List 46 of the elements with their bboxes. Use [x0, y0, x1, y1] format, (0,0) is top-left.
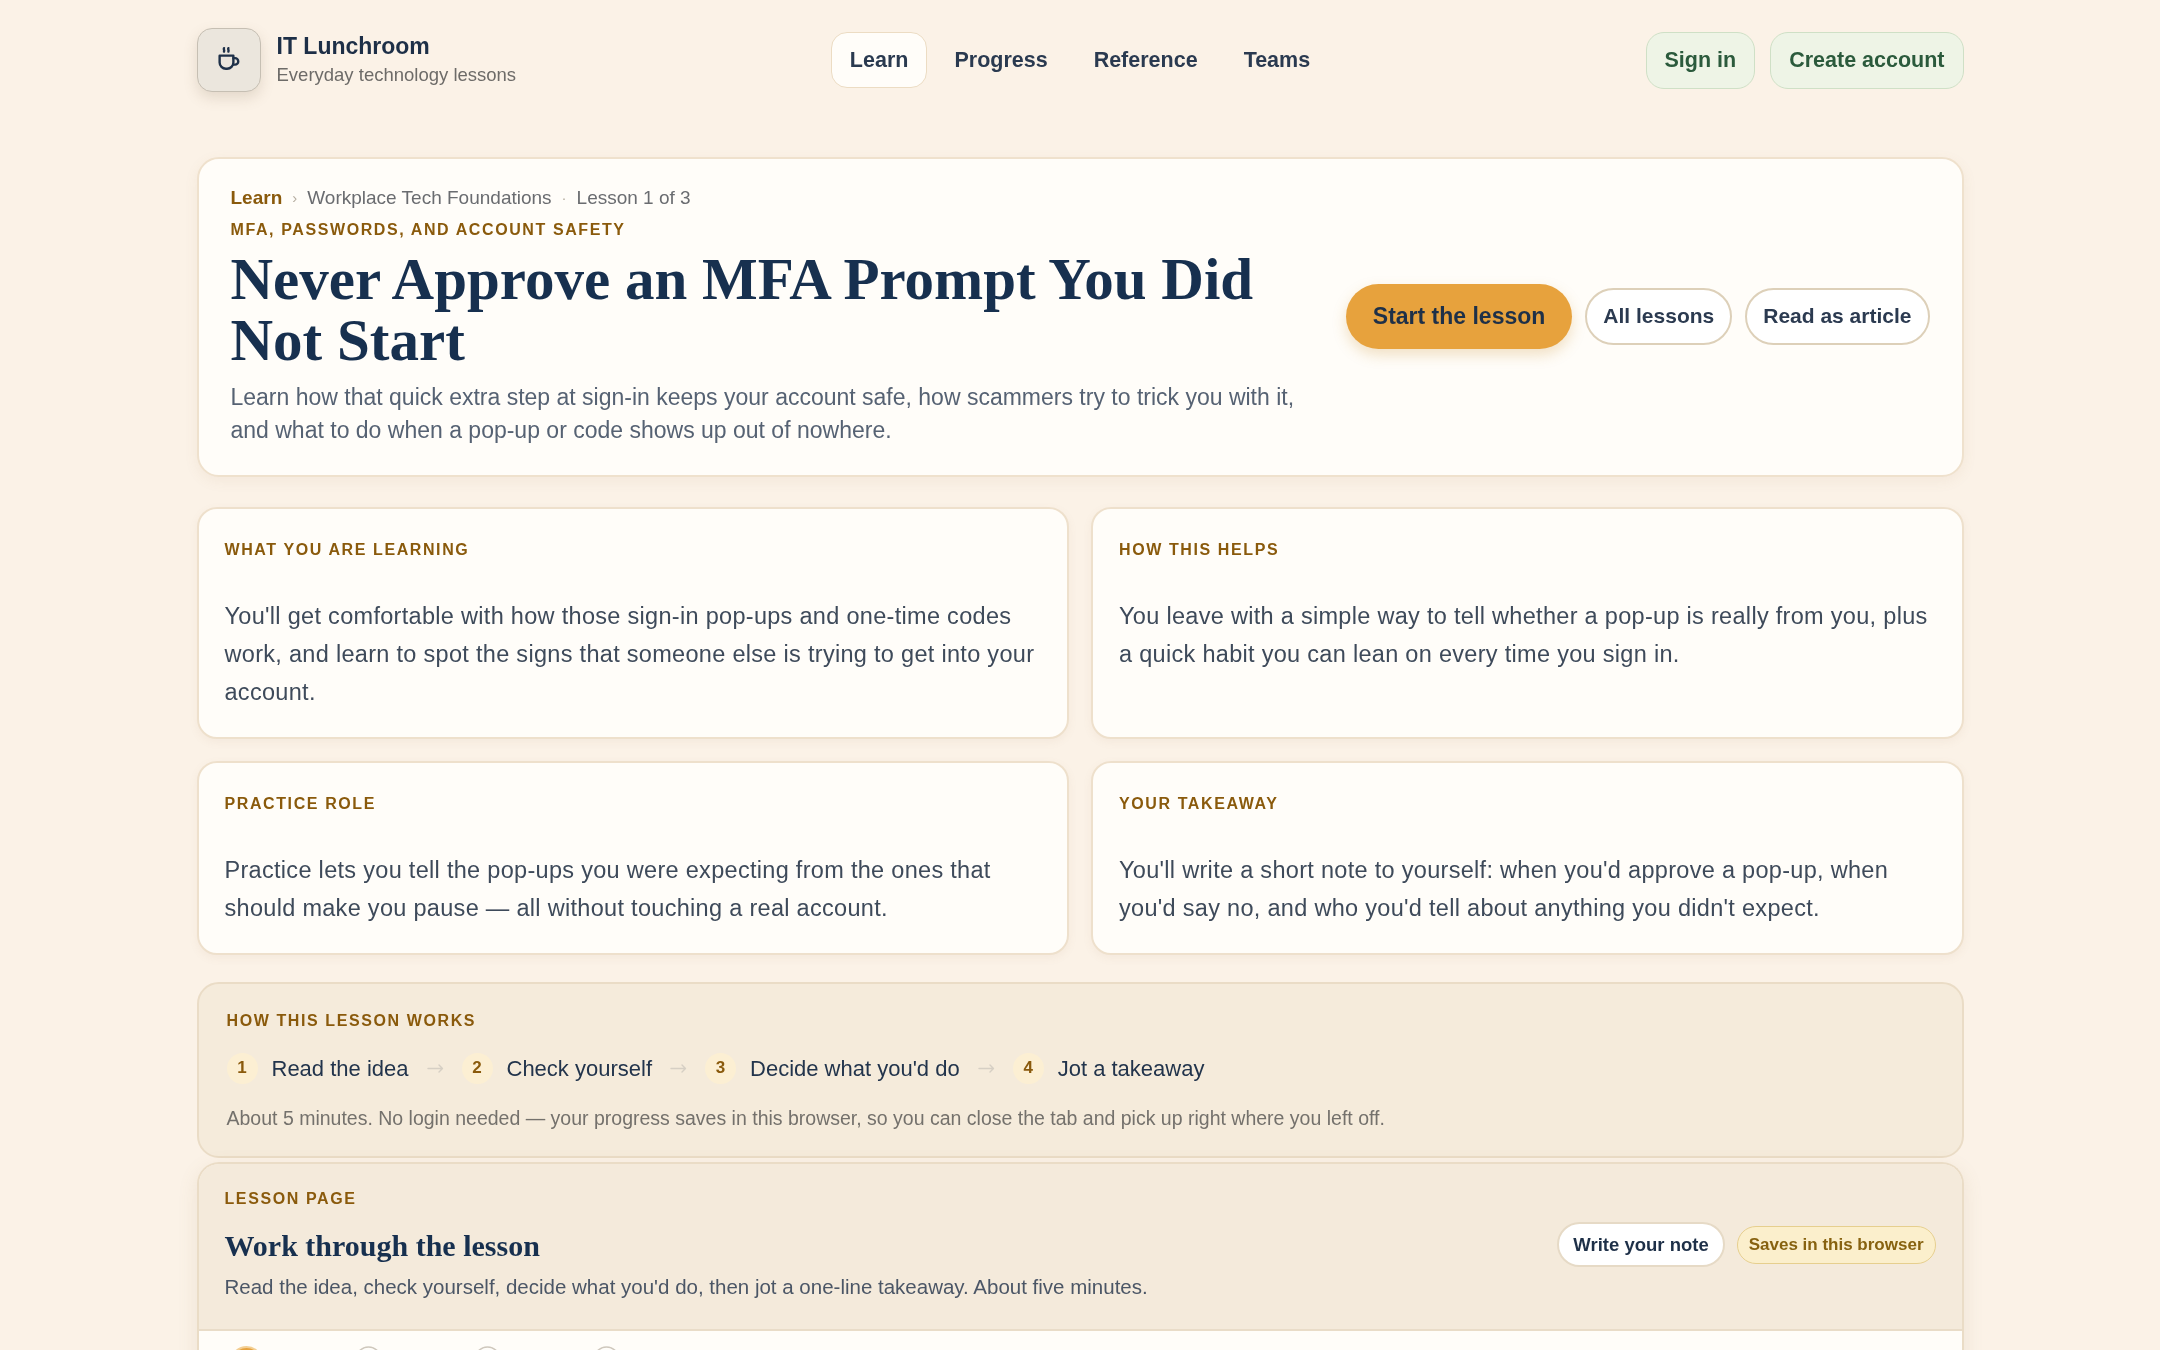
- write-note-button[interactable]: Write your note: [1557, 1222, 1725, 1267]
- step-label: Jot a takeaway: [1057, 1054, 1205, 1083]
- section-heading: HOW THIS LESSON WORKS: [226, 1011, 478, 1031]
- card-text: You leave with a simple way to tell whether a pop-up is really from you, plus a quick habit you can lean on every time you sign in.: [1119, 602, 1929, 669]
- brand-name: IT Lunchroom: [276, 33, 431, 61]
- step-label: Read the idea: [271, 1054, 409, 1083]
- breadcrumb-item: Lesson 1 of 3: [576, 186, 691, 210]
- card-heading: YOUR TAKEAWAY: [1119, 794, 1280, 814]
- step-number: 1: [226, 1052, 258, 1084]
- lesson-description: Learn how that quick extra step at sign-in keeps your account safe, how scammers try to trick you with it, and what to do when a pop-up or code shows up out of nowhere.: [230, 383, 1296, 445]
- card-text: Practice lets you tell the pop-ups you were expecting from the ones that should make you pause — all without touching a real account.: [224, 856, 992, 923]
- sign-in-button[interactable]: Sign in: [1645, 31, 1756, 89]
- step-label: Check yourself: [506, 1054, 652, 1083]
- card-text: You'll get comfortable with how those sign-in pop-ups and one-time codes work, and learn to spot the signs that someone else is trying to get into your account.: [224, 602, 1036, 707]
- nav-tab[interactable]: Reference: [1074, 32, 1217, 88]
- breadcrumb-separator: ›: [292, 188, 298, 208]
- lesson-title: Never Approve an MFA Prompt You Did Not Start: [230, 249, 1255, 371]
- breadcrumb-separator: ·: [561, 188, 567, 208]
- card-text: You'll write a short note to yourself: when you'd approve a pop-up, when you'd say no, and who you'd tell about anything you didn't expect.: [1119, 856, 1890, 923]
- create-account-button[interactable]: Create account: [1770, 31, 1964, 89]
- brand-tagline: Everyday technology lessons: [276, 62, 517, 87]
- section-title: Work through the lesson: [224, 1228, 541, 1264]
- breadcrumb-link[interactable]: Learn: [230, 185, 283, 211]
- step-number: 4: [1012, 1052, 1044, 1084]
- arrow-icon: [670, 1063, 687, 1073]
- step-label: Decide what you'd do: [750, 1054, 960, 1083]
- step-number: 2: [461, 1052, 493, 1084]
- arrow-icon: [977, 1063, 995, 1073]
- nav-tab[interactable]: Learn: [830, 32, 928, 88]
- section-description: Read the idea, check yourself, decide what you'd do, then jot a one-line takeaway. About five minutes.: [224, 1274, 1149, 1300]
- topic-label: MFA, PASSWORDS, AND ACCOUNT SAFETY: [230, 220, 627, 240]
- secondary-button[interactable]: Read as article: [1745, 287, 1930, 345]
- start-lesson-button[interactable]: Start the lesson: [1345, 283, 1573, 349]
- breadcrumb-item: Workplace Tech Foundations: [307, 186, 552, 210]
- nav-tab[interactable]: Teams: [1224, 32, 1330, 88]
- status-badge: Saves in this browser: [1736, 1225, 1936, 1264]
- card-heading: HOW THIS HELPS: [1119, 540, 1281, 560]
- nav-tab[interactable]: Progress: [935, 32, 1067, 88]
- coffee-cup-icon: [196, 28, 261, 92]
- section-heading: LESSON PAGE: [224, 1189, 358, 1209]
- lesson-note: About 5 minutes. No login needed — your progress saves in this browser, so you can close the tab and pick up right where you left off.: [226, 1106, 1386, 1131]
- arrow-icon: [426, 1063, 444, 1073]
- card-heading: WHAT YOU ARE LEARNING: [224, 540, 471, 560]
- step-number: 3: [705, 1052, 736, 1084]
- secondary-button[interactable]: All lessons: [1585, 287, 1733, 345]
- card-heading: PRACTICE ROLE: [224, 794, 377, 814]
